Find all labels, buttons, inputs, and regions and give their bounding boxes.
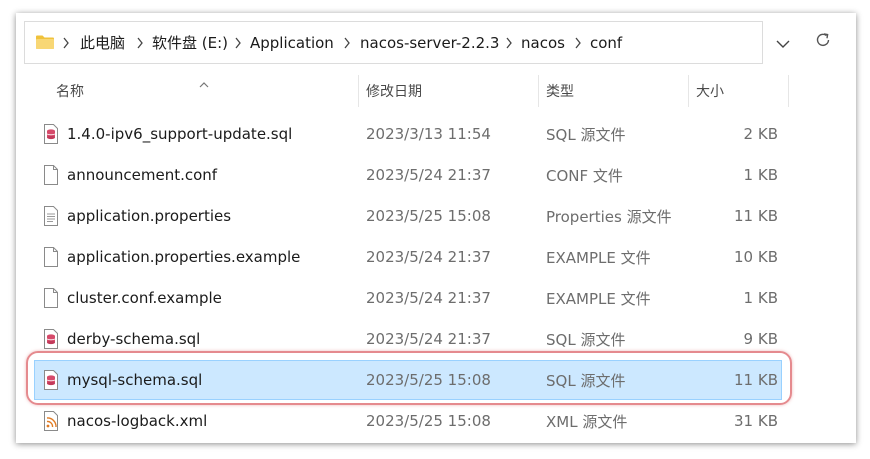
file-size: 2 KB [743, 125, 778, 143]
file-row[interactable]: announcement.conf 2023/5/24 21:37 CONF 文… [34, 155, 782, 195]
file-name: 1.4.0-ipv6_support-update.sql [67, 125, 293, 143]
file-name: announcement.conf [67, 166, 218, 184]
chevron-right-icon[interactable] [574, 35, 582, 54]
file-size: 11 KB [734, 207, 778, 225]
text-file-icon [43, 206, 59, 230]
sql-file-icon [43, 329, 59, 353]
file-type: Properties 源文件 [546, 207, 672, 226]
address-bar[interactable]: 此电脑 软件盘 (E:) Application nacos-server-2.… [24, 21, 763, 64]
file-date: 2023/5/24 21:37 [366, 248, 491, 266]
file-size: 31 KB [734, 412, 778, 430]
column-divider[interactable] [688, 75, 689, 107]
file-date: 2023/5/24 21:37 [366, 289, 491, 307]
file-date: 2023/3/13 11:54 [366, 125, 491, 143]
breadcrumb-conf[interactable]: conf [590, 22, 622, 63]
sort-ascending-icon [199, 73, 209, 92]
highlight-outline [26, 351, 792, 405]
file-row[interactable]: nacos-logback.xml 2023/5/25 15:08 XML 源文… [34, 401, 782, 441]
xml-file-icon [43, 411, 59, 435]
column-divider[interactable] [538, 75, 539, 107]
file-date: 2023/5/24 21:37 [366, 166, 491, 184]
file-row[interactable]: cluster.conf.example 2023/5/24 21:37 EXA… [34, 278, 782, 318]
file-size: 1 KB [743, 166, 778, 184]
blank-file-icon [43, 288, 59, 312]
chevron-right-icon[interactable] [343, 35, 351, 54]
chevron-right-icon[interactable] [136, 35, 144, 54]
column-header-name[interactable]: 名称 [56, 75, 84, 107]
file-date: 2023/5/25 15:08 [366, 412, 491, 430]
file-type: EXAMPLE 文件 [546, 248, 651, 267]
file-name: application.properties [67, 207, 232, 225]
file-name: cluster.conf.example [67, 289, 222, 307]
refresh-icon[interactable] [814, 31, 832, 53]
blank-file-icon [43, 247, 59, 271]
breadcrumb-application[interactable]: Application [250, 22, 334, 63]
folder-icon [35, 34, 55, 54]
file-name: nacos-logback.xml [67, 412, 208, 430]
file-name: application.properties.example [67, 248, 301, 266]
file-type: CONF 文件 [546, 166, 623, 185]
file-type: SQL 源文件 [546, 125, 626, 144]
column-header-size[interactable]: 大小 [696, 75, 724, 107]
breadcrumb-drive-e[interactable]: 软件盘 (E:) [152, 22, 228, 63]
file-date: 2023/5/25 15:08 [366, 207, 491, 225]
file-type: XML 源文件 [546, 412, 628, 431]
breadcrumb-nacos-server[interactable]: nacos-server-2.2.3 [360, 22, 499, 63]
column-header-type[interactable]: 类型 [546, 75, 574, 107]
file-row[interactable]: 1.4.0-ipv6_support-update.sql 2023/3/13 … [34, 114, 782, 154]
breadcrumb-nacos[interactable]: nacos [521, 22, 565, 63]
file-row[interactable]: application.properties.example 2023/5/24… [34, 237, 782, 277]
file-size: 10 KB [734, 248, 778, 266]
chevron-right-icon[interactable] [505, 35, 513, 54]
chevron-down-icon[interactable] [776, 34, 790, 53]
file-size: 1 KB [743, 289, 778, 307]
column-divider[interactable] [358, 75, 359, 107]
blank-file-icon [43, 165, 59, 189]
sql-file-icon [43, 124, 59, 148]
file-type: EXAMPLE 文件 [546, 289, 651, 308]
chevron-right-icon[interactable] [62, 35, 70, 54]
column-header-date[interactable]: 修改日期 [366, 75, 422, 107]
chevron-right-icon[interactable] [234, 35, 242, 54]
breadcrumb-this-pc[interactable]: 此电脑 [80, 22, 125, 63]
file-row[interactable]: application.properties 2023/5/25 15:08 P… [34, 196, 782, 236]
column-divider[interactable] [788, 75, 789, 107]
